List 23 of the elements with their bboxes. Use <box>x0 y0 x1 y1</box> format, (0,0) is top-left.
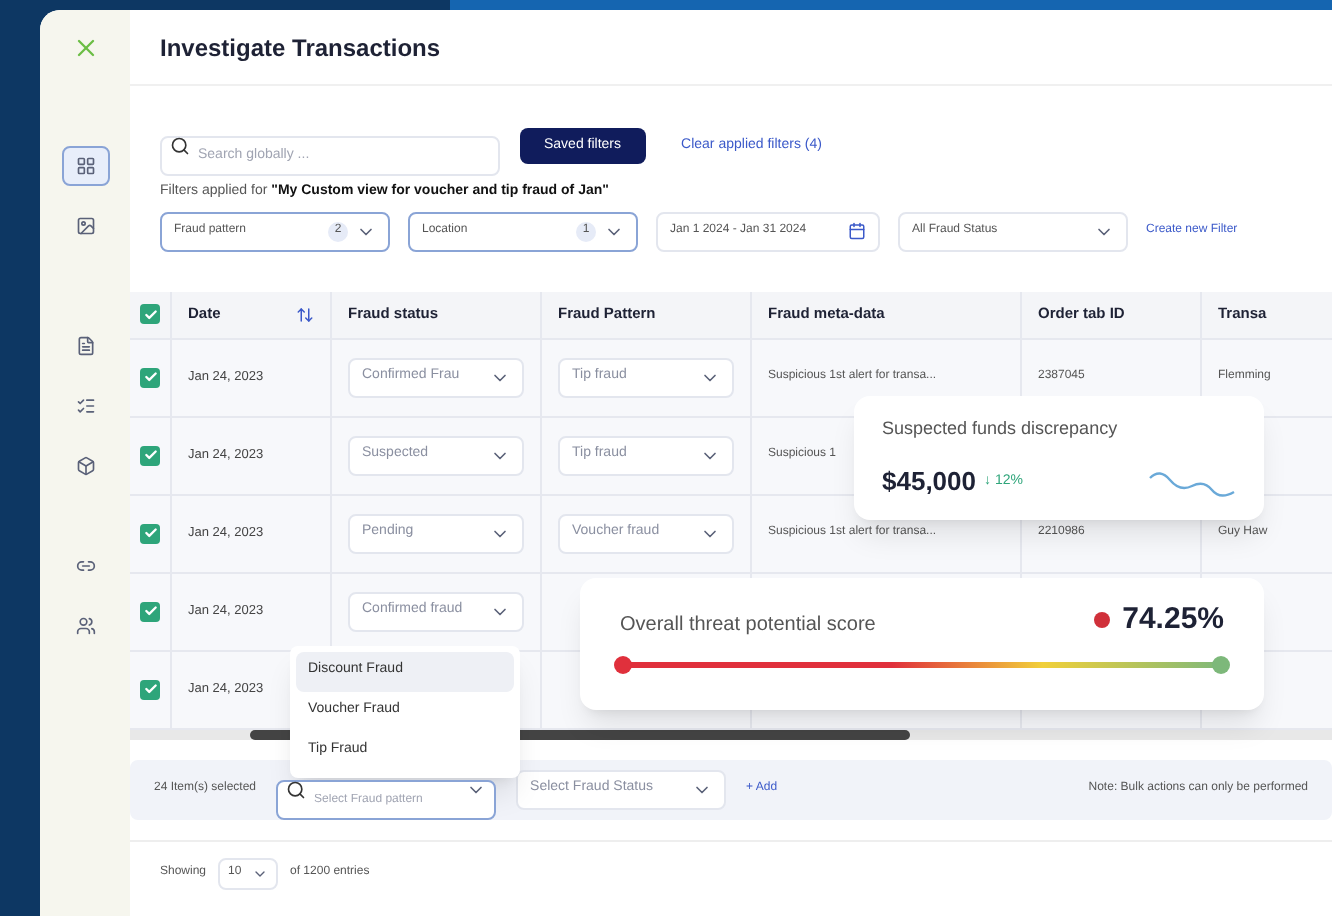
score-value: 74.25% <box>1122 599 1224 639</box>
card-title: Suspected funds discrepancy <box>882 415 1120 442</box>
search-icon <box>286 779 307 799</box>
checkbox[interactable] <box>140 523 160 543</box>
users-icon <box>75 616 95 636</box>
sort-icon[interactable] <box>296 305 314 323</box>
page-title: Investigate Transactions <box>160 31 441 65</box>
amount-value: $45,000 <box>882 464 976 500</box>
image-icon <box>75 216 95 236</box>
doc-icon <box>75 336 95 356</box>
card-title: Overall threat potential score <box>620 612 876 641</box>
grid-icon <box>75 156 95 176</box>
link-icon <box>75 556 95 576</box>
box-icon <box>75 456 95 476</box>
sidebar-item[interactable] <box>61 146 109 186</box>
list-icon <box>75 396 95 416</box>
checkbox[interactable] <box>140 445 160 465</box>
checkbox[interactable] <box>140 601 160 621</box>
calendar-icon <box>848 222 866 240</box>
checkbox[interactable] <box>140 679 160 699</box>
checkbox[interactable] <box>140 367 160 387</box>
search-icon <box>170 136 190 156</box>
checkbox[interactable] <box>140 304 160 324</box>
